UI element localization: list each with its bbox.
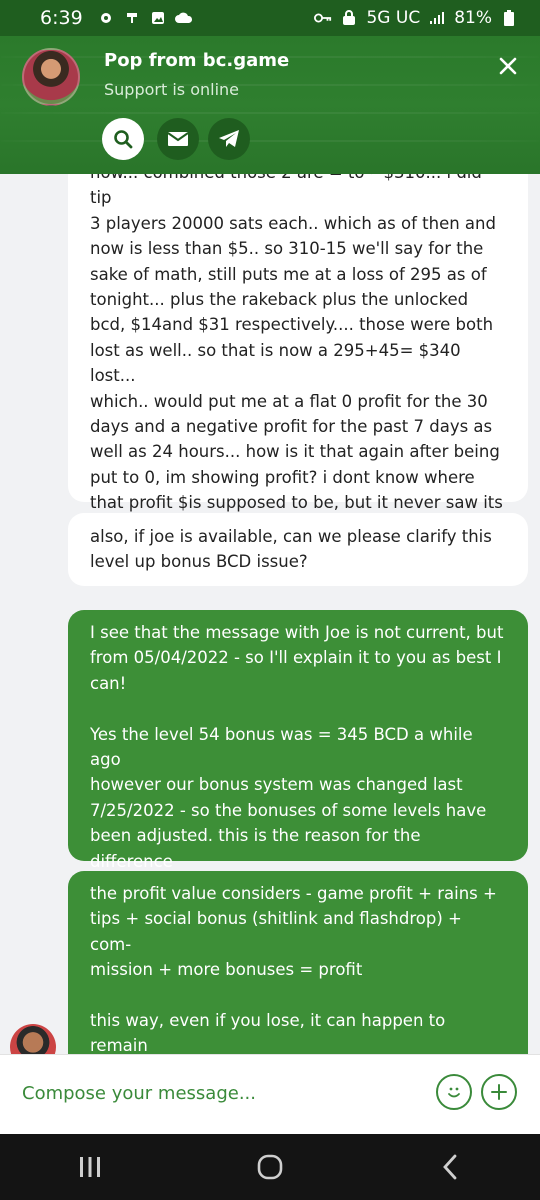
mail-icon	[167, 132, 189, 146]
agent-avatar	[22, 48, 80, 106]
status-right: 5G UC 81%	[314, 8, 518, 28]
home-icon	[257, 1154, 283, 1180]
key-icon	[314, 9, 332, 27]
cloud-icon	[174, 9, 193, 27]
status-time: 6:39	[40, 7, 83, 29]
message-text: the profit value considers - game profit…	[90, 884, 497, 1054]
add-attachment-button[interactable]	[481, 1074, 517, 1110]
compose-bar	[0, 1054, 540, 1134]
message-input[interactable]	[22, 1075, 412, 1111]
home-button[interactable]	[240, 1142, 300, 1192]
system-nav-bar	[0, 1134, 540, 1200]
chat-header: Pop from bc.game Support is online	[0, 36, 540, 174]
telegram-button[interactable]	[208, 118, 250, 160]
cube-icon	[123, 9, 141, 27]
status-bar: 6:39 5G UC 81%	[0, 0, 540, 36]
chat-title: Pop from bc.game	[104, 50, 290, 71]
status-left-icons	[97, 9, 193, 27]
battery-icon	[500, 9, 518, 27]
emoji-icon	[448, 1087, 460, 1098]
email-button[interactable]	[157, 118, 199, 160]
search-icon	[114, 130, 133, 149]
support-avatar	[10, 1024, 56, 1054]
message-text: I see that the message with Joe is not c…	[90, 623, 504, 871]
back-button[interactable]	[420, 1142, 480, 1192]
emoji-button[interactable]	[436, 1074, 472, 1110]
gear-icon	[97, 9, 115, 27]
message-user-2: also, if joe is available, can we please…	[68, 513, 528, 586]
close-button[interactable]	[494, 52, 522, 80]
signal-icon	[428, 9, 446, 27]
message-user-1: now... combined those 2 are = to ~$310..…	[68, 174, 528, 538]
message-support-2: the profit value considers - game profit…	[68, 871, 528, 1054]
close-icon	[499, 57, 517, 75]
message-list[interactable]: now... combined those 2 are = to ~$310..…	[0, 174, 540, 1054]
plus-icon	[491, 1084, 507, 1100]
agent-status: Support is online	[104, 80, 240, 99]
back-icon	[443, 1154, 457, 1180]
message-text: also, if joe is available, can we please…	[90, 527, 492, 572]
network-label: 5G UC	[366, 8, 421, 28]
search-button[interactable]	[102, 118, 144, 160]
message-support-1: I see that the message with Joe is not c…	[68, 610, 528, 871]
message-text: now... combined those 2 are = to ~$310..…	[90, 174, 503, 538]
recents-icon	[80, 1157, 100, 1177]
image-icon	[149, 9, 167, 27]
recents-button[interactable]	[60, 1142, 120, 1192]
battery-percent: 81%	[454, 8, 492, 28]
telegram-icon	[219, 130, 239, 147]
lock-icon	[340, 9, 358, 27]
